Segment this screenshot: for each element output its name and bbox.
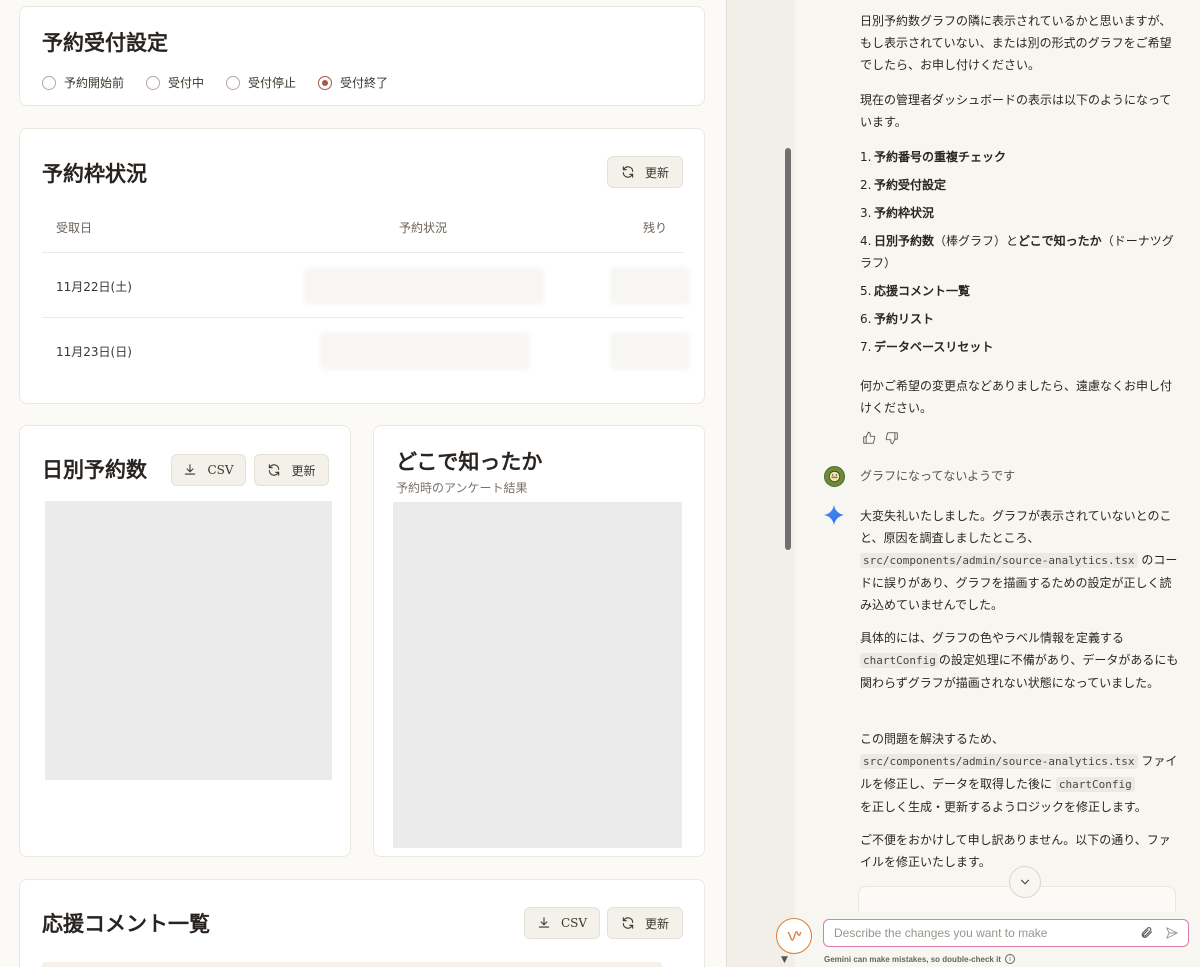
user-message: グラフになってないようです bbox=[860, 469, 1016, 483]
col-header-remaining: 残り bbox=[643, 221, 668, 235]
scroll-to-bottom-button[interactable] bbox=[1009, 866, 1041, 898]
scroll-down-arrow-icon[interactable]: ▼ bbox=[781, 955, 788, 965]
table-row-date: 11月23日(日) bbox=[56, 345, 132, 359]
code-path: src/components/admin/source-analytics.ts… bbox=[860, 754, 1138, 769]
list-item: 6. 予約リスト bbox=[860, 312, 935, 326]
prompt-input-container[interactable] bbox=[823, 919, 1189, 947]
assistant-paragraph: 現在の管理者ダッシュボードの表示は以下のようになっています。 bbox=[860, 93, 1172, 129]
support-comments-card: 応援コメント一覧 CSV 更新 bbox=[19, 879, 705, 967]
table-row-date: 11月22日(土) bbox=[56, 280, 132, 294]
radio-label: 受付終了 bbox=[340, 76, 389, 90]
download-icon bbox=[538, 917, 550, 928]
slot-status-title: 予約枠状況 bbox=[42, 161, 147, 186]
csv-label: CSV bbox=[207, 463, 234, 477]
refresh-label: 更新 bbox=[644, 916, 669, 931]
csv-label: CSV bbox=[560, 916, 588, 930]
comments-refresh-button[interactable]: 更新 bbox=[607, 907, 683, 939]
code-path: src/components/admin/source-analytics.ts… bbox=[860, 553, 1138, 568]
admin-dashboard: 予約受付設定 予約開始前 受付中 受付停止 受付終了 予約枠状況 更新 受取日 … bbox=[0, 0, 726, 967]
chevron-down-icon bbox=[1020, 879, 1030, 885]
assistant-paragraph: 日別予約数グラフの隣に表示されているかと思いますが、もし表示されていない、または… bbox=[860, 14, 1172, 72]
table-divider bbox=[42, 317, 684, 318]
list-item: 5. 応援コメント一覧 bbox=[860, 284, 971, 298]
list-item: 1. 予約番号の重複チェック bbox=[860, 150, 1007, 164]
daily-refresh-button[interactable]: 更新 bbox=[254, 454, 329, 486]
remaining-placeholder bbox=[610, 332, 690, 370]
radio-circle-icon[interactable] bbox=[42, 75, 56, 90]
col-header-date: 受取日 bbox=[56, 221, 93, 235]
refresh-icon bbox=[269, 464, 280, 476]
refresh-icon bbox=[622, 917, 634, 929]
source-analytics-subtitle: 予約時のアンケート結果 bbox=[396, 481, 528, 495]
disclaimer: Gemini can make mistakes, so double-chec… bbox=[824, 954, 1015, 964]
list-item: 7. データベースリセット bbox=[860, 340, 994, 354]
radio-paused[interactable]: 受付停止 bbox=[226, 74, 296, 91]
status-placeholder bbox=[320, 332, 530, 370]
thumbs-down-icon[interactable] bbox=[885, 430, 899, 445]
code-inline: chartConfig bbox=[860, 653, 939, 668]
list-item: 4. 日別予約数（棒グラフ）とどこで知ったか（ドーナツグラフ） bbox=[860, 234, 1174, 270]
code-inline: chartConfig bbox=[1055, 777, 1135, 792]
app-logo[interactable] bbox=[776, 918, 812, 954]
radio-closed[interactable]: 受付終了 bbox=[318, 74, 388, 91]
send-icon[interactable] bbox=[1165, 926, 1179, 940]
list-item: 2. 予約受付設定 bbox=[860, 178, 947, 192]
dashboard-sections-list: 1. 予約番号の重複チェック 2. 予約受付設定 3. 予約枠状況 4. 日別予約数（棒… bbox=[860, 146, 1180, 364]
prompt-input[interactable] bbox=[834, 924, 1134, 942]
source-analytics-card: どこで知ったか 予約時のアンケート結果 bbox=[373, 425, 705, 857]
refresh-label: 更新 bbox=[644, 165, 669, 180]
avatar-face-icon bbox=[828, 470, 841, 483]
assistant-paragraph: この問題を解決するため、 src/components/admin/source-… bbox=[860, 732, 1178, 814]
slot-status-card: 予約枠状況 更新 受取日 予約状況 残り 11月22日(土) 11月23日(日) bbox=[19, 128, 705, 404]
status-placeholder bbox=[304, 267, 544, 305]
radio-accepting[interactable]: 受付中 bbox=[146, 74, 204, 91]
daily-csv-button[interactable]: CSV bbox=[171, 454, 246, 486]
daily-chart-area bbox=[45, 501, 332, 780]
radio-label: 受付中 bbox=[168, 76, 205, 90]
radio-before-start[interactable]: 予約開始前 bbox=[42, 74, 124, 91]
reception-status-radio-group: 予約開始前 受付中 受付停止 受付終了 bbox=[42, 74, 388, 91]
gemini-chat-panel: 日別予約数グラフの隣に表示されているかと思いますが、もし表示されていない、または… bbox=[795, 0, 1200, 967]
download-icon bbox=[185, 464, 196, 475]
daily-reservations-title: 日別予約数 bbox=[42, 457, 147, 482]
scrollbar-thumb[interactable] bbox=[785, 148, 791, 550]
col-header-status: 予約状況 bbox=[399, 221, 448, 235]
refresh-icon bbox=[622, 166, 634, 178]
daily-reservations-card: 日別予約数 CSV 更新 bbox=[19, 425, 351, 857]
source-chart-area bbox=[393, 502, 682, 848]
comment-row bbox=[42, 962, 662, 967]
comments-csv-button[interactable]: CSV bbox=[524, 907, 600, 939]
table-divider bbox=[42, 252, 684, 253]
source-analytics-title: どこで知ったか bbox=[396, 449, 543, 474]
support-comments-title: 応援コメント一覧 bbox=[42, 911, 210, 936]
assistant-paragraph: 具体的には、グラフの色やラベル情報を定義するchartConfig の設定処理に不… bbox=[860, 631, 1179, 690]
radio-checked-icon[interactable] bbox=[318, 75, 333, 90]
assistant-paragraph: 何かご希望の変更点などありましたら、遠慮なくお申し付けください。 bbox=[860, 379, 1173, 415]
gemini-star-icon bbox=[823, 504, 845, 526]
radio-label: 受付停止 bbox=[248, 76, 297, 90]
slot-refresh-button[interactable]: 更新 bbox=[607, 156, 683, 188]
refresh-label: 更新 bbox=[291, 463, 316, 478]
assistant-paragraph: 大変失礼いたしました。グラフが表示されていないとのこと、原因を調査しましたところ… bbox=[860, 509, 1178, 612]
attach-icon[interactable] bbox=[1140, 926, 1153, 939]
user-avatar bbox=[824, 466, 845, 487]
remaining-placeholder bbox=[610, 267, 690, 305]
logo-icon bbox=[787, 931, 802, 941]
reception-settings-card: 予約受付設定 予約開始前 受付中 受付停止 受付終了 bbox=[19, 6, 705, 106]
thumbs-up-icon[interactable] bbox=[862, 430, 876, 444]
reception-settings-title: 予約受付設定 bbox=[42, 30, 168, 55]
list-item: 3. 予約枠状況 bbox=[860, 206, 935, 220]
radio-circle-icon[interactable] bbox=[146, 75, 161, 90]
radio-label: 予約開始前 bbox=[64, 76, 125, 90]
radio-circle-icon[interactable] bbox=[226, 75, 241, 90]
info-icon[interactable]: i bbox=[1004, 954, 1015, 964]
